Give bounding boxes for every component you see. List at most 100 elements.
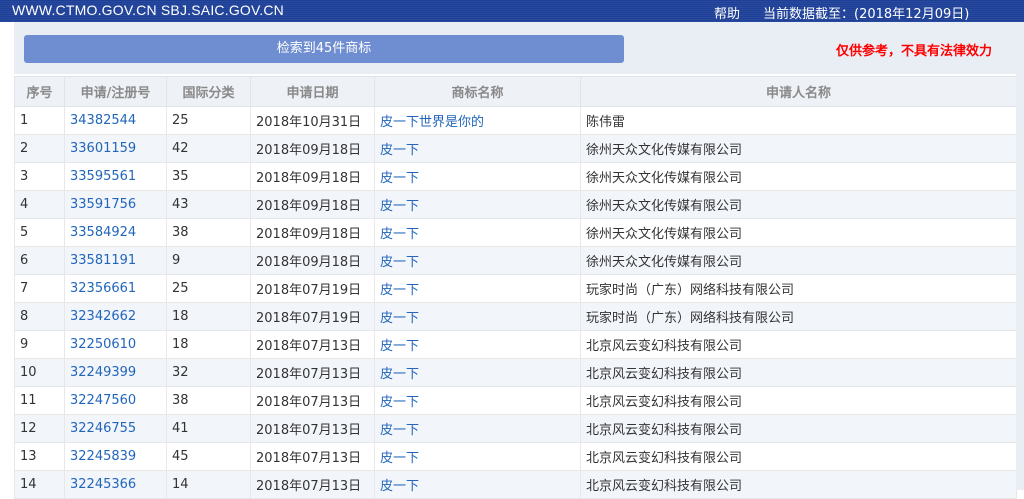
right-edge xyxy=(1016,22,1024,490)
table-header-row: 序号 申请/注册号 国际分类 申请日期 商标名称 申请人名称 xyxy=(14,76,1017,107)
row-number: 10 xyxy=(14,358,65,387)
application-date-cell: 2018年07月13日 xyxy=(250,442,375,471)
class-cell: 41 xyxy=(166,414,251,443)
application-date-cell: 2018年07月13日 xyxy=(250,386,375,415)
table-row: 14 32245366 14 2018年07月13日 皮一下 北京风云变幻科技有限公司 xyxy=(14,470,1017,499)
row-number: 3 xyxy=(14,162,65,191)
trademark-name-link[interactable]: 皮一下 xyxy=(374,414,581,443)
table-row: 2 33601159 42 2018年09月18日 皮一下 徐州天众文化传媒有限公司 xyxy=(14,134,1017,163)
application-date-cell: 2018年09月18日 xyxy=(250,134,375,163)
trademark-name-link[interactable]: 皮一下 xyxy=(374,190,581,219)
class-cell: 45 xyxy=(166,442,251,471)
application-date-cell: 2018年07月19日 xyxy=(250,302,375,331)
class-cell: 32 xyxy=(166,358,251,387)
application-date-cell: 2018年10月31日 xyxy=(250,106,375,135)
table-row: 9 32250610 18 2018年07月13日 皮一下 北京风云变幻科技有限公司 xyxy=(14,330,1017,359)
application-date-cell: 2018年09月18日 xyxy=(250,218,375,247)
row-number: 6 xyxy=(14,246,65,275)
application-date-cell: 2018年09月18日 xyxy=(250,162,375,191)
trademark-name-link[interactable]: 皮一下 xyxy=(374,358,581,387)
trademark-name-link[interactable]: 皮一下 xyxy=(374,302,581,331)
class-cell: 42 xyxy=(166,134,251,163)
result-count-button[interactable]: 检索到45件商标 xyxy=(24,35,624,63)
applicant-name-cell: 北京风云变幻科技有限公司 xyxy=(580,386,1017,415)
registration-number-link[interactable]: 33595561 xyxy=(64,162,167,191)
trademark-name-link[interactable]: 皮一下 xyxy=(374,442,581,471)
registration-number-link[interactable]: 32245839 xyxy=(64,442,167,471)
application-date-cell: 2018年09月18日 xyxy=(250,190,375,219)
trademark-name-link[interactable]: 皮一下世界是你的 xyxy=(374,106,581,135)
class-cell: 25 xyxy=(166,274,251,303)
table-row: 13 32245839 45 2018年07月13日 皮一下 北京风云变幻科技有限公司 xyxy=(14,442,1017,471)
trademark-table: 序号 申请/注册号 国际分类 申请日期 商标名称 申请人名称 1 34382544… xyxy=(14,76,1017,499)
table-row: 8 32342662 18 2018年07月19日 皮一下 玩家时尚（广东）网络科技有限公… xyxy=(14,302,1017,331)
registration-number-link[interactable]: 33601159 xyxy=(64,134,167,163)
registration-number-link[interactable]: 34382544 xyxy=(64,106,167,135)
table-row: 1 34382544 25 2018年10月31日 皮一下世界是你的 陈伟雷 xyxy=(14,106,1017,135)
application-date-cell: 2018年07月13日 xyxy=(250,358,375,387)
trademark-name-link[interactable]: 皮一下 xyxy=(374,218,581,247)
top-bar: WWW.CTMO.GOV.CN SBJ.SAIC.GOV.CN 帮助 当前数据截… xyxy=(0,0,1024,22)
applicant-name-cell: 徐州天众文化传媒有限公司 xyxy=(580,190,1017,219)
column-header-no: 序号 xyxy=(14,76,65,107)
application-date-cell: 2018年07月19日 xyxy=(250,274,375,303)
table-row: 10 32249399 32 2018年07月13日 皮一下 北京风云变幻科技有限公司 xyxy=(14,358,1017,387)
class-cell: 9 xyxy=(166,246,251,275)
registration-number-link[interactable]: 33591756 xyxy=(64,190,167,219)
applicant-name-cell: 北京风云变幻科技有限公司 xyxy=(580,414,1017,443)
row-number: 11 xyxy=(14,386,65,415)
data-date-label: 当前数据截至：(2018年12月09日) xyxy=(763,7,970,22)
row-number: 9 xyxy=(14,330,65,359)
column-header-applicant: 申请人名称 xyxy=(580,76,1017,107)
trademark-name-link[interactable]: 皮一下 xyxy=(374,470,581,499)
table-row: 12 32246755 41 2018年07月13日 皮一下 北京风云变幻科技有限公司 xyxy=(14,414,1017,443)
registration-number-link[interactable]: 32246755 xyxy=(64,414,167,443)
registration-number-link[interactable]: 33584924 xyxy=(64,218,167,247)
applicant-name-cell: 陈伟雷 xyxy=(580,106,1017,135)
registration-number-link[interactable]: 32356661 xyxy=(64,274,167,303)
class-cell: 43 xyxy=(166,190,251,219)
applicant-name-cell: 北京风云变幻科技有限公司 xyxy=(580,470,1017,499)
table-row: 3 33595561 35 2018年09月18日 皮一下 徐州天众文化传媒有限公司 xyxy=(14,162,1017,191)
application-date-cell: 2018年07月13日 xyxy=(250,330,375,359)
row-number: 5 xyxy=(14,218,65,247)
class-cell: 38 xyxy=(166,218,251,247)
row-number: 2 xyxy=(14,134,65,163)
applicant-name-cell: 徐州天众文化传媒有限公司 xyxy=(580,246,1017,275)
class-cell: 25 xyxy=(166,106,251,135)
registration-number-link[interactable]: 32247560 xyxy=(64,386,167,415)
help-link[interactable]: 帮助 xyxy=(714,3,740,22)
registration-number-link[interactable]: 32249399 xyxy=(64,358,167,387)
trademark-name-link[interactable]: 皮一下 xyxy=(374,246,581,275)
registration-number-link[interactable]: 32250610 xyxy=(64,330,167,359)
table-row: 5 33584924 38 2018年09月18日 皮一下 徐州天众文化传媒有限公司 xyxy=(14,218,1017,247)
class-cell: 18 xyxy=(166,302,251,331)
row-number: 4 xyxy=(14,190,65,219)
registration-number-link[interactable]: 32245366 xyxy=(64,470,167,499)
trademark-name-link[interactable]: 皮一下 xyxy=(374,386,581,415)
applicant-name-cell: 北京风云变幻科技有限公司 xyxy=(580,358,1017,387)
applicant-name-cell: 北京风云变幻科技有限公司 xyxy=(580,330,1017,359)
table-row: 6 33581191 9 2018年09月18日 皮一下 徐州天众文化传媒有限公司 xyxy=(14,246,1017,275)
applicant-name-cell: 徐州天众文化传媒有限公司 xyxy=(580,162,1017,191)
applicant-name-cell: 徐州天众文化传媒有限公司 xyxy=(580,218,1017,247)
applicant-name-cell: 北京风云变幻科技有限公司 xyxy=(580,442,1017,471)
applicant-name-cell: 玩家时尚（广东）网络科技有限公司 xyxy=(580,274,1017,303)
table-row: 11 32247560 38 2018年07月13日 皮一下 北京风云变幻科技有限公司 xyxy=(14,386,1017,415)
row-number: 7 xyxy=(14,274,65,303)
row-number: 14 xyxy=(14,470,65,499)
registration-number-link[interactable]: 33581191 xyxy=(64,246,167,275)
trademark-name-link[interactable]: 皮一下 xyxy=(374,274,581,303)
table-row: 7 32356661 25 2018年07月19日 皮一下 玩家时尚（广东）网络科技有限公… xyxy=(14,274,1017,303)
trademark-name-link[interactable]: 皮一下 xyxy=(374,134,581,163)
column-header-date: 申请日期 xyxy=(250,76,375,107)
row-number: 1 xyxy=(14,106,65,135)
registration-number-link[interactable]: 32342662 xyxy=(64,302,167,331)
applicant-name-cell: 徐州天众文化传媒有限公司 xyxy=(580,134,1017,163)
table-row: 4 33591756 43 2018年09月18日 皮一下 徐州天众文化传媒有限公司 xyxy=(14,190,1017,219)
trademark-name-link[interactable]: 皮一下 xyxy=(374,162,581,191)
application-date-cell: 2018年07月13日 xyxy=(250,414,375,443)
class-cell: 18 xyxy=(166,330,251,359)
trademark-name-link[interactable]: 皮一下 xyxy=(374,330,581,359)
application-date-cell: 2018年09月18日 xyxy=(250,246,375,275)
